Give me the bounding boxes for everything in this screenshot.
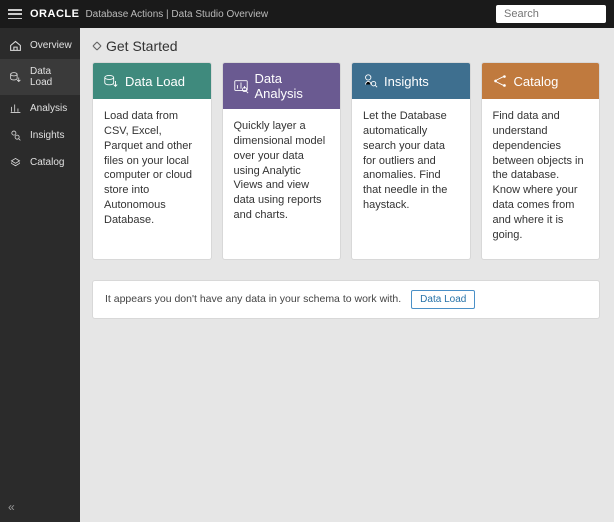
insights-icon	[362, 73, 378, 89]
notice-text: It appears you don't have any data in yo…	[105, 293, 401, 305]
data-load-icon	[103, 73, 119, 89]
page-title: Get Started	[92, 38, 600, 54]
search-input[interactable]	[496, 5, 606, 23]
card-title: Catalog	[514, 74, 559, 89]
menu-icon[interactable]	[8, 9, 22, 19]
page-title-text: Get Started	[106, 38, 178, 54]
empty-schema-notice: It appears you don't have any data in yo…	[92, 280, 600, 319]
sidebar-item-label: Catalog	[30, 157, 64, 168]
sidebar-item-analysis[interactable]: Analysis	[0, 95, 80, 122]
cards-row: Data Load Load data from CSV, Excel, Par…	[92, 62, 600, 260]
catalog-icon	[492, 73, 508, 89]
card-data-load[interactable]: Data Load Load data from CSV, Excel, Par…	[92, 62, 212, 260]
card-body: Find data and understand dependencies be…	[482, 99, 600, 259]
card-header: Data Analysis	[223, 63, 341, 109]
breadcrumb: Database Actions | Data Studio Overview	[85, 9, 268, 20]
brand-logo: ORACLE	[30, 8, 79, 20]
data-load-icon	[9, 71, 22, 84]
collapse-sidebar-icon[interactable]: «	[8, 500, 15, 514]
main-content: Get Started Data Load Load data from CSV…	[80, 28, 614, 522]
card-title: Data Analysis	[255, 71, 331, 101]
sidebar-item-catalog[interactable]: Catalog	[0, 149, 80, 176]
card-header: Catalog	[482, 63, 600, 99]
card-body: Let the Database automatically search yo…	[352, 99, 470, 259]
sidebar-item-overview[interactable]: Overview	[0, 32, 80, 59]
data-load-button[interactable]: Data Load	[411, 290, 475, 309]
sidebar-item-data-load[interactable]: Data Load	[0, 59, 80, 95]
card-header: Insights	[352, 63, 470, 99]
card-title: Data Load	[125, 74, 185, 89]
catalog-icon	[9, 156, 22, 169]
card-data-analysis[interactable]: Data Analysis Quickly layer a dimensiona…	[222, 62, 342, 260]
card-insights[interactable]: Insights Let the Database automatically …	[351, 62, 471, 260]
expand-icon[interactable]	[92, 41, 102, 51]
sidebar-item-label: Overview	[30, 40, 72, 51]
top-bar: ORACLE Database Actions | Data Studio Ov…	[0, 0, 614, 28]
insights-icon	[9, 129, 22, 142]
sidebar-item-label: Data Load	[30, 66, 71, 88]
card-header: Data Load	[93, 63, 211, 99]
home-icon	[9, 39, 22, 52]
analysis-icon	[9, 102, 22, 115]
sidebar-item-label: Insights	[30, 130, 64, 141]
card-title: Insights	[384, 74, 429, 89]
sidebar-item-label: Analysis	[30, 103, 67, 114]
card-body: Load data from CSV, Excel, Parquet and o…	[93, 99, 211, 259]
sidebar-item-insights[interactable]: Insights	[0, 122, 80, 149]
card-catalog[interactable]: Catalog Find data and understand depende…	[481, 62, 601, 260]
sidebar: Overview Data Load Analysis Insights Cat	[0, 28, 80, 522]
analysis-icon	[233, 78, 249, 94]
card-body: Quickly layer a dimensional model over y…	[223, 109, 341, 259]
